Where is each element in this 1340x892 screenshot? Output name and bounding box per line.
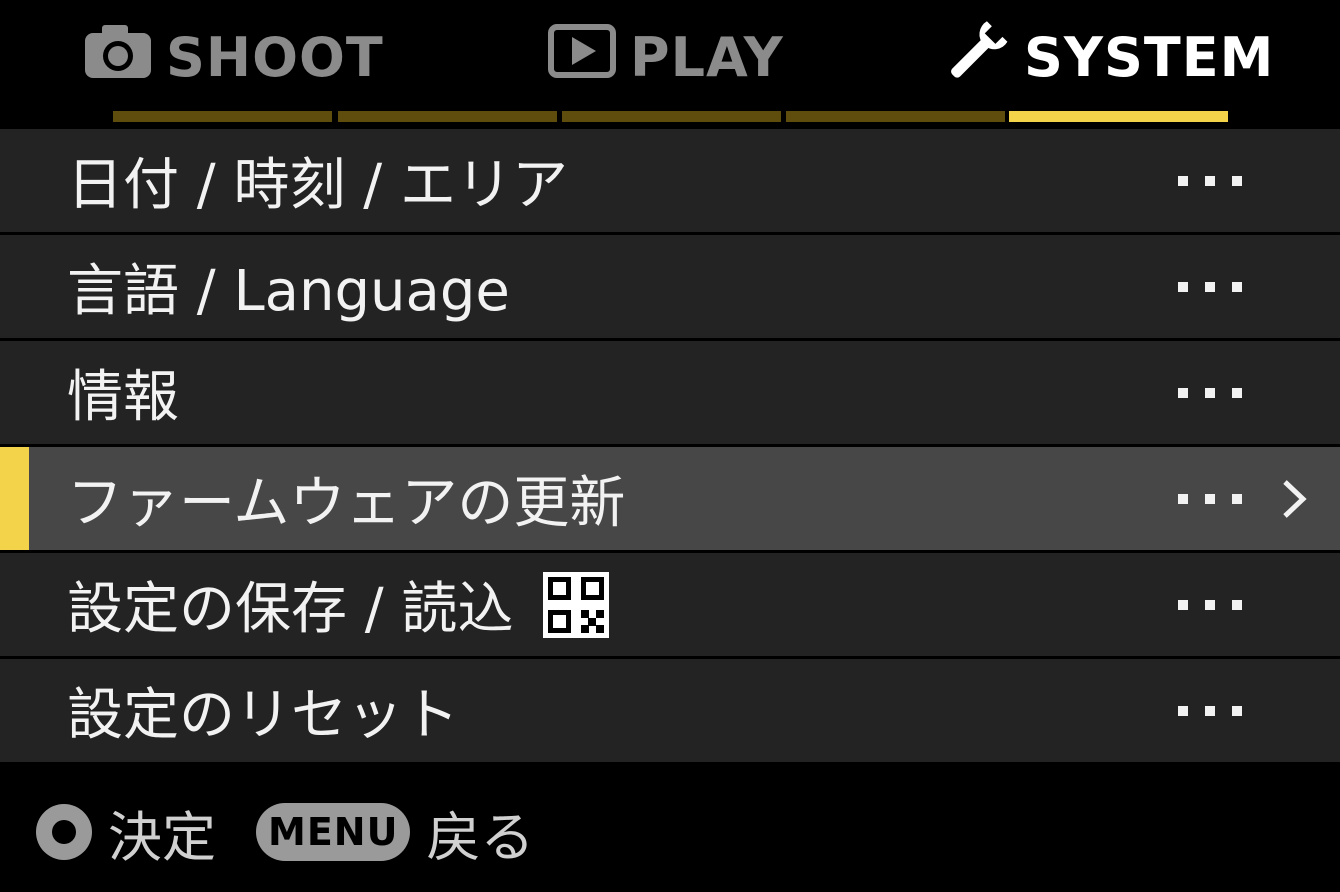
- hint-confirm: 決定: [36, 792, 216, 872]
- tab-shoot-label: SHOOT: [166, 25, 384, 89]
- menu-item-label: 日付 / 時刻 / エリア: [67, 153, 568, 218]
- camera-icon: [84, 23, 152, 92]
- menu-item-reset-settings[interactable]: 設定のリセット: [0, 659, 1340, 762]
- chevron-right-icon: [1280, 479, 1308, 523]
- more-dots-icon: [1178, 553, 1242, 656]
- menu-item-text: 設定の保存 / 読込: [67, 577, 514, 642]
- more-dots-icon: [1178, 659, 1242, 762]
- menu-item-date-time[interactable]: 日付 / 時刻 / エリア: [0, 129, 1340, 232]
- menu-item-info[interactable]: 情報: [0, 341, 1340, 444]
- tab-play[interactable]: PLAY: [548, 22, 784, 92]
- selection-marker: [0, 447, 29, 550]
- more-dots-icon: [1178, 129, 1242, 232]
- wrench-icon: [944, 19, 1010, 96]
- more-dots-icon: [1178, 235, 1242, 338]
- page-segment: [562, 111, 781, 122]
- button-hints: 決定 MENU 戻る: [0, 792, 1340, 872]
- ok-button-icon: [36, 804, 92, 860]
- menu-item-language[interactable]: 言語 / Language: [0, 235, 1340, 338]
- menu-item-save-load-settings[interactable]: 設定の保存 / 読込: [0, 553, 1340, 656]
- more-dots-icon: [1178, 341, 1242, 444]
- menu-item-label: ファームウェアの更新: [67, 471, 626, 536]
- menu-button-icon: MENU: [256, 803, 411, 861]
- menu-item-label: 情報: [67, 365, 179, 430]
- menu-item-label: 設定の保存 / 読込: [67, 553, 610, 656]
- hint-back: MENU 戻る: [256, 792, 534, 872]
- menu-item-label: 設定のリセット: [67, 683, 459, 748]
- qr-code-icon: [543, 571, 610, 638]
- more-dots-icon: [1178, 447, 1242, 550]
- hint-back-label: 戻る: [426, 805, 535, 869]
- page-segment: [338, 111, 557, 122]
- tab-system-label: SYSTEM: [1024, 25, 1275, 89]
- page-segment: [113, 111, 332, 122]
- page-segment-active: [1009, 111, 1228, 122]
- menu-item-firmware-update[interactable]: ファームウェアの更新: [0, 447, 1340, 550]
- mode-tabs: SHOOT PLAY SYSTEM: [0, 0, 1340, 122]
- menu-item-label: 言語 / Language: [67, 259, 510, 324]
- tab-shoot[interactable]: SHOOT: [84, 22, 384, 92]
- tab-play-label: PLAY: [630, 25, 784, 89]
- playback-icon: [548, 23, 616, 92]
- page-segment: [786, 111, 1005, 122]
- hint-confirm-label: 決定: [108, 805, 216, 869]
- tab-system[interactable]: SYSTEM: [944, 20, 1275, 92]
